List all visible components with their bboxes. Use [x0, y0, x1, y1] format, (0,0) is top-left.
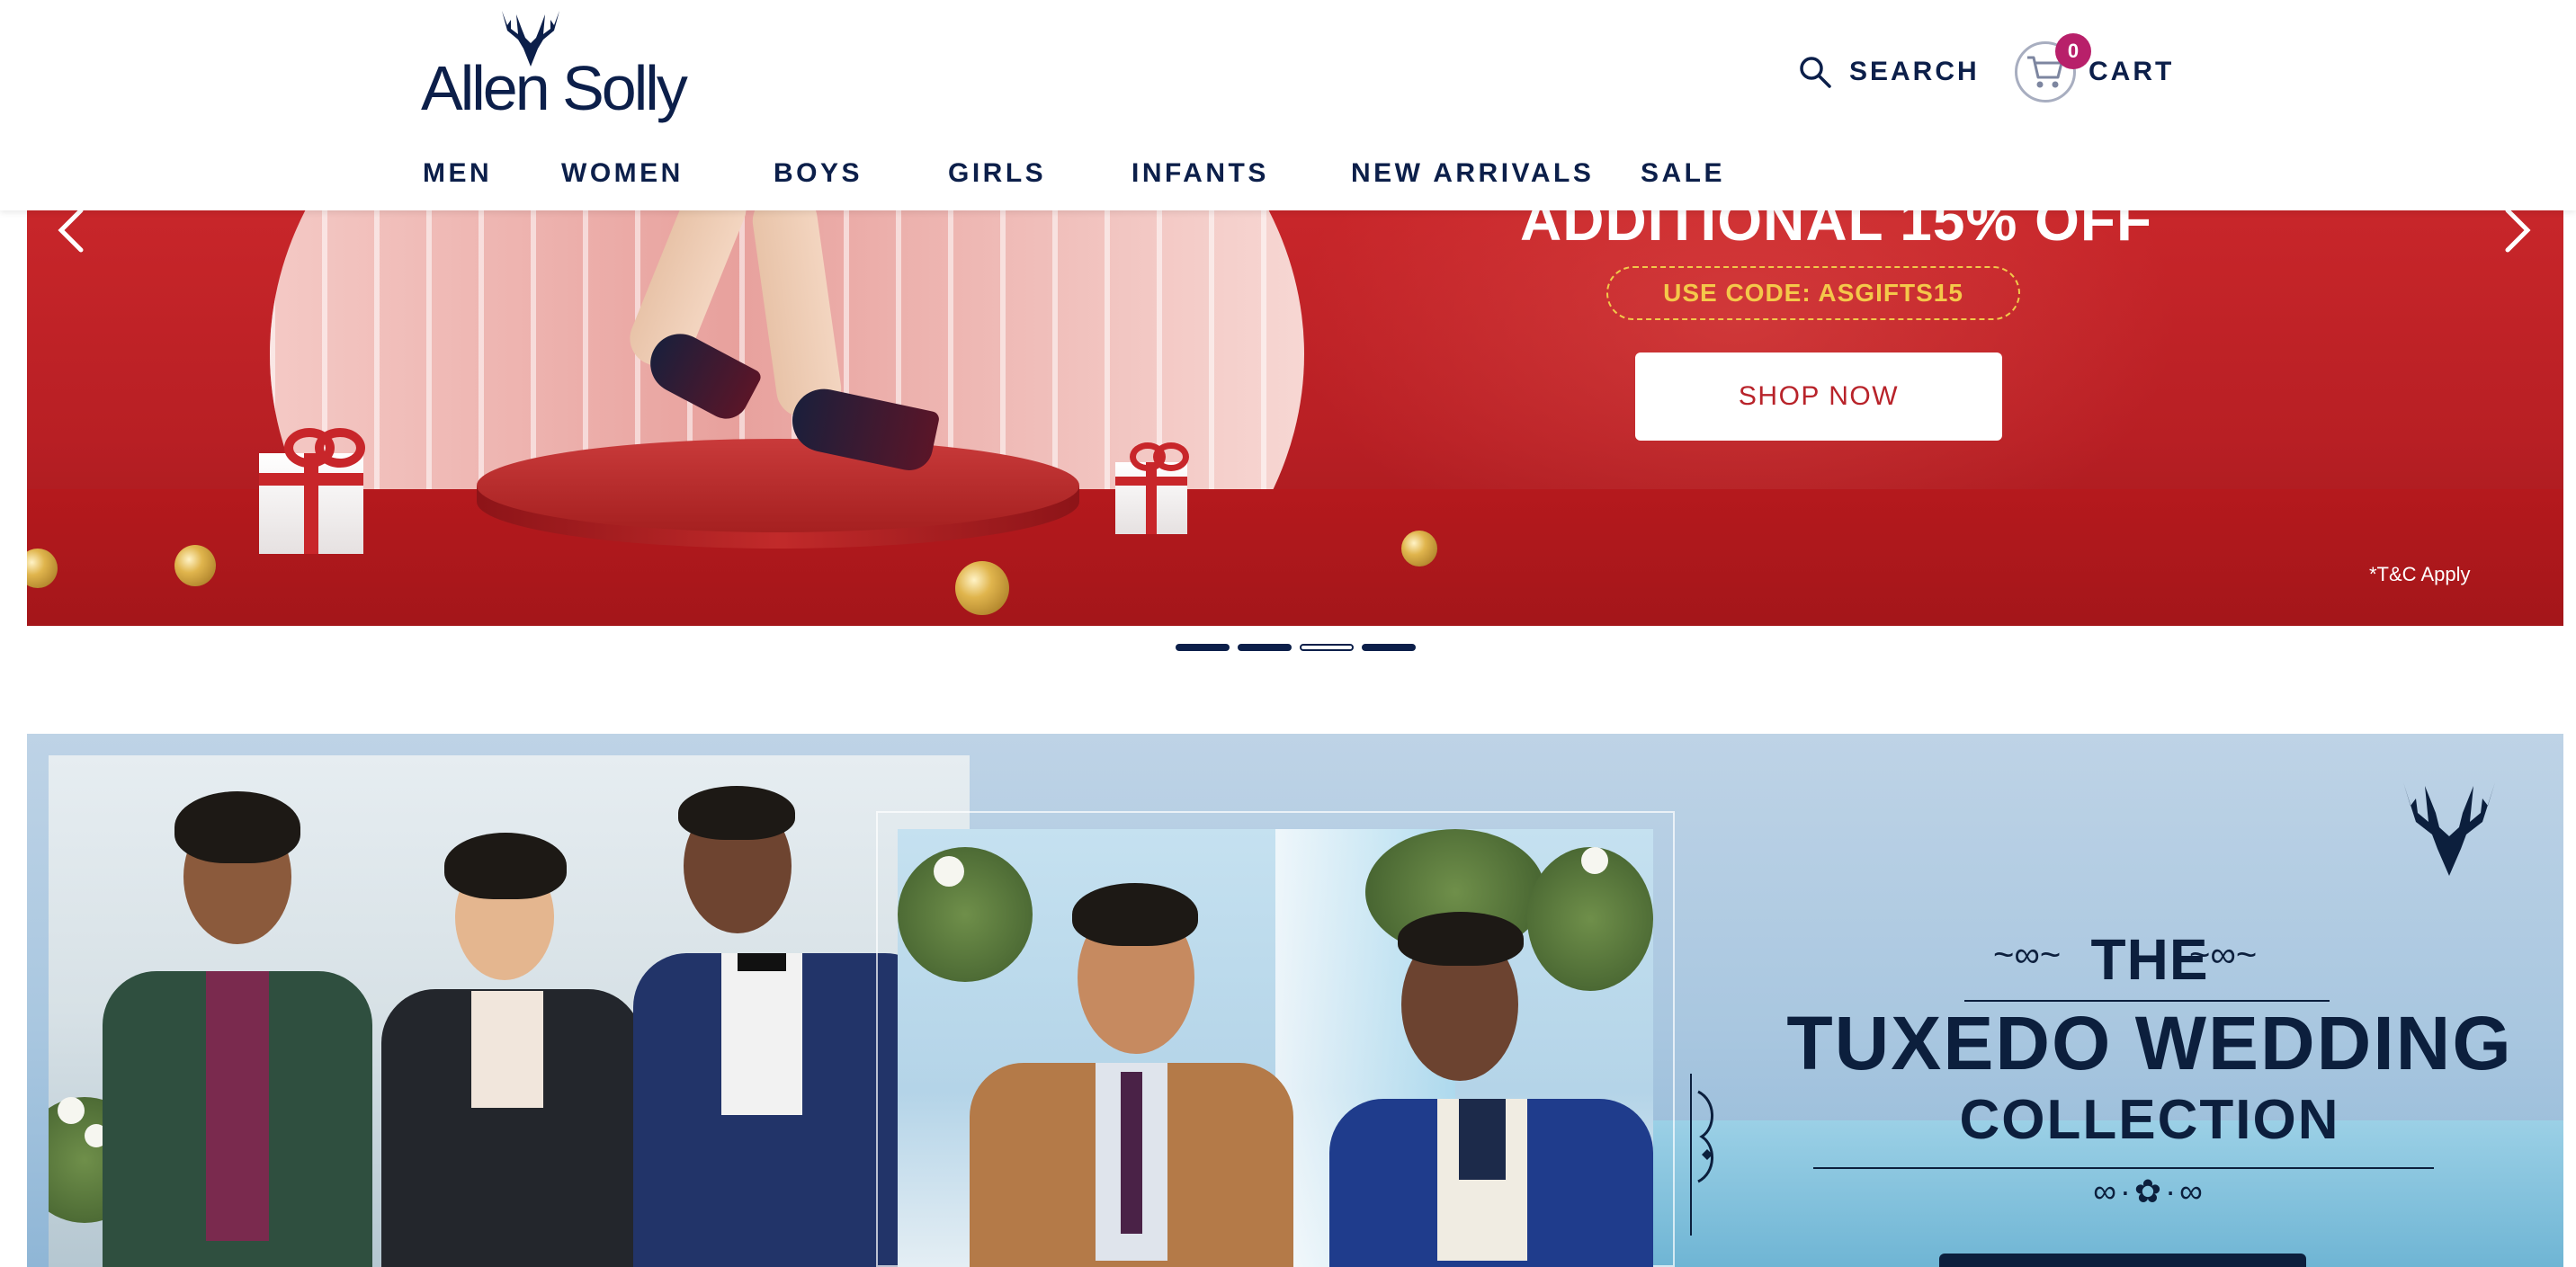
main-nav: MEN WOMEN BOYS GIRLS INFANTS NEW ARRIVAL… [0, 158, 2576, 194]
gift-box [259, 453, 363, 554]
gift-box [1115, 462, 1187, 534]
nav-item-infants[interactable]: INFANTS [1131, 158, 1269, 189]
stag-antlers-icon [2403, 782, 2495, 876]
nav-item-boys[interactable]: BOYS [774, 158, 863, 189]
search-label: SEARCH [1849, 57, 1980, 86]
tuxedo-line-3: COLLECTION [1959, 1089, 2340, 1151]
nav-item-new-arrivals[interactable]: NEW ARRIVALS [1351, 158, 1594, 189]
cart-button[interactable]: 0 CART [2015, 33, 2175, 106]
collection-photo-pair [898, 829, 1653, 1267]
search-icon [1800, 57, 1831, 88]
promo-code: USE CODE: ASGIFTS15 [1606, 266, 2020, 320]
promo-title: ADDITIONAL 15% OFF [1520, 210, 2153, 253]
nav-item-men[interactable]: MEN [423, 158, 492, 189]
search-button[interactable]: SEARCH [1797, 50, 1980, 94]
chevron-left-icon[interactable] [43, 203, 97, 257]
carousel-dot[interactable] [1362, 644, 1416, 651]
cart-count-badge: 0 [2055, 33, 2091, 69]
shop-now-button[interactable]: SHOP NOW [1635, 352, 2002, 441]
ornament-ball [1401, 531, 1437, 567]
chevron-right-icon[interactable] [2491, 203, 2545, 257]
hero-carousel-slide[interactable]: ADDITIONAL 15% OFF USE CODE: ASGIFTS15 S… [27, 210, 2563, 626]
carousel-dot[interactable] [1238, 644, 1292, 651]
site-header: Allen Solly SEARCH 0 CART MEN WOMEN BOYS… [0, 0, 2576, 210]
tnc-note: *T&C Apply [2369, 563, 2471, 585]
flourish-right: ~∞~ [2189, 935, 2258, 975]
tuxedo-shop-button[interactable] [1939, 1254, 2306, 1267]
tuxedo-line-2: TUXEDO WEDDING [1786, 1001, 2513, 1085]
carousel-dot-active[interactable] [1300, 644, 1354, 651]
collection-photo-group [49, 755, 970, 1267]
ornament-ball [955, 561, 1009, 615]
ornament-divider: ∞·✿·∞ [2093, 1173, 2206, 1209]
brand-wordmark: Allen Solly [421, 53, 688, 123]
nav-item-sale[interactable]: SALE [1641, 158, 1725, 189]
carousel-pagination [1176, 644, 1416, 653]
nav-item-girls[interactable]: GIRLS [948, 158, 1046, 189]
nav-item-women[interactable]: WOMEN [561, 158, 684, 189]
cart-icon-wrapper: 0 [2015, 33, 2091, 103]
tuxedo-line-1: THE [2090, 927, 2209, 992]
side-scroll-ornament [1690, 1074, 1713, 1236]
brand-logo[interactable]: Allen Solly [421, 4, 688, 123]
carousel-dot[interactable] [1176, 644, 1230, 651]
stage-floor [27, 489, 2563, 626]
cart-label: CART [2089, 57, 2175, 86]
tuxedo-collection-banner[interactable]: ~∞~ THE ~∞~ TUXEDO WEDDING COLLECTION ∞·… [27, 734, 2563, 1267]
ornament-ball [174, 545, 216, 586]
